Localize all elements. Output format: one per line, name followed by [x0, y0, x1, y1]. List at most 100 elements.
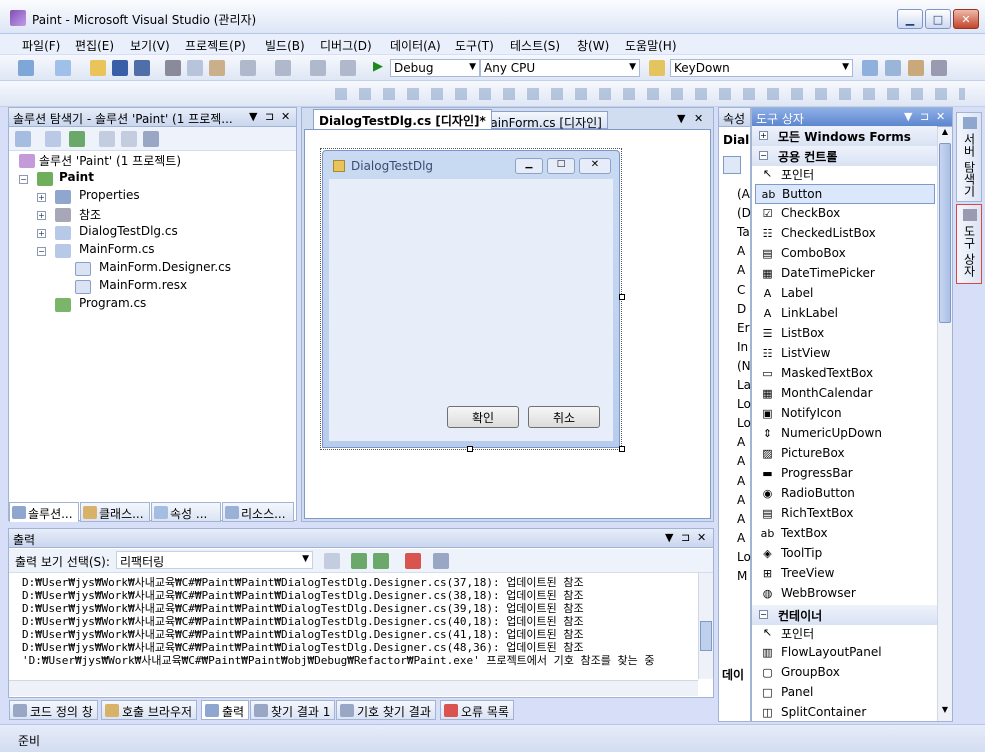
property-row-label[interactable]: D — [737, 302, 746, 316]
tab-dialogtestdlg-design[interactable]: DialogTestDlg.cs [디자인]* — [313, 109, 492, 129]
property-row-label[interactable]: A — [737, 493, 745, 507]
resize-handle-corner[interactable] — [619, 446, 625, 452]
toolbox-item[interactable]: ☷ ListView — [755, 344, 935, 364]
toolbox-item[interactable]: ab Button — [755, 184, 935, 204]
menu-view[interactable]: 보기(V) — [130, 37, 170, 54]
toolbox-item[interactable]: ☑ CheckBox — [755, 204, 935, 224]
toolbox-icon[interactable] — [931, 60, 947, 76]
property-row-label[interactable]: (N — [737, 359, 751, 373]
toolbox-item[interactable]: ☷ CheckedListBox — [755, 224, 935, 244]
property-row-label[interactable]: A — [737, 244, 745, 258]
tree-item[interactable]: DialogTestDlg.cs — [55, 224, 178, 242]
expand-icon[interactable]: + — [37, 193, 46, 202]
menu-tools[interactable]: 도구(T) — [455, 37, 494, 54]
toolbox-group-all[interactable]: + 모든 Windows Forms — [752, 126, 937, 146]
toolbox-item[interactable]: □ Panel — [755, 683, 935, 703]
property-row-label[interactable]: A — [737, 474, 745, 488]
view-designer-icon[interactable] — [121, 131, 137, 147]
toolbox-item[interactable]: ▦ MonthCalendar — [755, 384, 935, 404]
expand-icon[interactable]: + — [37, 229, 46, 238]
scroll-thumb[interactable] — [939, 143, 951, 323]
solution-platform-combo[interactable]: Any CPU ▼ — [480, 59, 640, 77]
view-code-icon[interactable] — [99, 131, 115, 147]
tree-solution[interactable]: 솔루션 'Paint' (1 프로젝트) — [19, 152, 181, 170]
toolbox-item[interactable]: ☰ ListBox — [755, 324, 935, 344]
menu-test[interactable]: 테스트(S) — [510, 37, 560, 54]
tree-item[interactable]: Program.cs — [55, 296, 146, 314]
property-row-label[interactable]: Ta — [737, 225, 750, 239]
redo-icon[interactable] — [275, 60, 291, 76]
property-row-label[interactable]: C — [737, 283, 745, 297]
collapse-icon[interactable]: − — [37, 247, 46, 256]
find-combo[interactable]: KeyDown ▼ — [670, 59, 853, 77]
property-row-label[interactable]: A — [737, 263, 745, 277]
toolbox-item[interactable]: ▢ GroupBox — [755, 663, 935, 683]
menu-debug[interactable]: 디버그(D) — [320, 37, 372, 54]
toolbox-item[interactable]: ▥ FlowLayoutPanel — [755, 643, 935, 663]
property-row-label[interactable]: Er — [737, 321, 750, 335]
property-row-label[interactable]: A — [737, 512, 745, 526]
output-hscrollbar[interactable] — [9, 680, 698, 696]
toolbox-item[interactable]: A LinkLabel — [755, 304, 935, 324]
tab-properties[interactable]: 속성 ... — [151, 502, 221, 522]
window-position-icon[interactable]: ▼ — [904, 110, 912, 123]
tree-project[interactable]: Paint — [37, 170, 94, 188]
tab-call-browser[interactable]: 호출 브라우저 — [101, 700, 198, 720]
show-all-files-icon[interactable] — [45, 131, 61, 147]
categorized-icon[interactable] — [723, 156, 741, 174]
toolbox-item[interactable]: ⇕ NumericUpDown — [755, 424, 935, 444]
tree-item[interactable]: Properties — [55, 188, 140, 206]
tree-item[interactable]: 참조 — [55, 206, 101, 224]
find-in-files-icon[interactable] — [649, 60, 665, 76]
resize-handle-bottom[interactable] — [467, 446, 473, 452]
toolbox-item[interactable]: ↖ 포인터 — [755, 623, 935, 643]
menu-window[interactable]: 창(W) — [577, 37, 609, 54]
navigate-forward-icon[interactable] — [340, 60, 356, 76]
tab-find-results[interactable]: 찾기 결과 1 — [250, 700, 336, 720]
tab-find-symbol-results[interactable]: 기호 찾기 결과 — [336, 700, 436, 720]
undo-icon[interactable] — [240, 60, 256, 76]
open-folder-icon[interactable] — [90, 60, 106, 76]
toolbox-item[interactable]: ◍ WebBrowser — [755, 584, 935, 604]
new-project-icon[interactable] — [18, 60, 34, 76]
pin-icon[interactable]: ⊐ — [681, 531, 690, 544]
close-icon[interactable]: ✕ — [697, 531, 706, 544]
layout-align-icons[interactable] — [335, 88, 965, 100]
toolbox-item[interactable]: ◫ SplitContainer — [755, 703, 935, 723]
add-item-icon[interactable] — [55, 60, 71, 76]
start-debug-icon[interactable]: ▶ — [373, 59, 383, 74]
menu-data[interactable]: 데이터(A) — [390, 37, 441, 54]
scroll-up-icon[interactable]: ▲ — [939, 127, 951, 141]
navigate-back-icon[interactable] — [310, 60, 326, 76]
menu-build[interactable]: 빌드(B) — [265, 37, 305, 54]
cut-icon[interactable] — [165, 60, 181, 76]
toolbox-group-common[interactable]: − 공용 컨트롤 — [752, 146, 937, 166]
minimize-button[interactable]: ▁ — [897, 9, 923, 29]
output-source-combo[interactable]: 리팩터링 ▼ — [116, 551, 313, 569]
pin-icon[interactable]: ⊐ — [265, 110, 274, 123]
property-row-label[interactable]: In — [737, 340, 748, 354]
toolbox-item[interactable]: ▦ DateTimePicker — [755, 264, 935, 284]
property-row-label[interactable]: M — [737, 569, 747, 583]
toolbox-item[interactable]: ▤ ComboBox — [755, 244, 935, 264]
collapse-icon[interactable]: − — [19, 175, 28, 184]
property-row-label[interactable]: A — [737, 435, 745, 449]
property-row-label[interactable]: (D — [737, 206, 751, 220]
save-icon[interactable] — [112, 60, 128, 76]
word-wrap-icon[interactable] — [433, 553, 449, 569]
close-document-icon[interactable]: ✕ — [694, 112, 703, 125]
paste-icon[interactable] — [209, 60, 225, 76]
menu-edit[interactable]: 편집(E) — [75, 37, 114, 54]
property-row-label[interactable]: A — [737, 454, 745, 468]
tab-resources[interactable]: 리소스... — [222, 502, 294, 522]
side-tab-toolbox[interactable]: 도구 상자 — [956, 204, 982, 284]
go-to-line-icon[interactable] — [324, 553, 340, 569]
solution-explorer-icon[interactable] — [862, 60, 878, 76]
close-button[interactable]: ✕ — [953, 9, 979, 29]
toolbox-item[interactable]: ↖ 포인터 — [755, 164, 935, 184]
toolbox-item[interactable]: ▤ RichTextBox — [755, 504, 935, 524]
tab-class-view[interactable]: 클래스... — [80, 502, 150, 522]
resize-handle-right[interactable] — [619, 294, 625, 300]
property-row-label[interactable]: Lo — [737, 416, 751, 430]
property-row-label[interactable]: La — [737, 378, 751, 392]
